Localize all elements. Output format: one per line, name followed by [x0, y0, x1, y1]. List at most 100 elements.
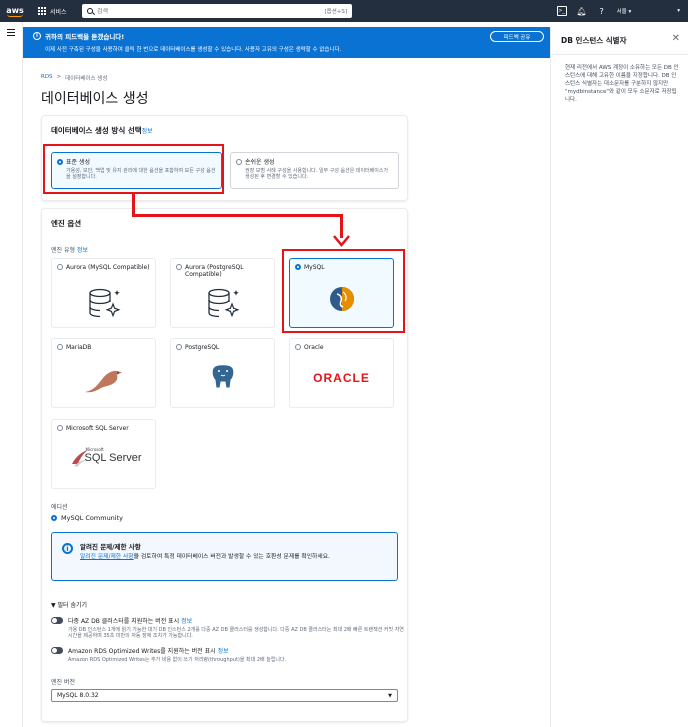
mariadb-seal-icon — [52, 365, 155, 395]
engine-card-oracle[interactable]: Oracle ORACLE — [289, 338, 394, 408]
bell-icon[interactable]: 🔔︎ — [577, 6, 587, 16]
creation-method-info-link[interactable]: 정보 — [142, 128, 153, 135]
services-label: 서비스 — [50, 8, 67, 16]
oracle-radio[interactable] — [295, 344, 301, 350]
optimized-writes-info-link[interactable]: 정보 — [218, 648, 229, 655]
aurora-db-icon — [52, 287, 155, 321]
easy-create-desc: 권장 모범 사례 구성을 사용합니다. 일부 구성 옵션은 데이터베이스가 생성… — [245, 168, 389, 180]
top-navigation: aws 서비스 [옵션+S] >_ 🔔︎ ? 서울 ▾ ▾ — [0, 0, 688, 22]
sqlserver-label: Microsoft SQL Server — [66, 425, 129, 432]
optimized-writes-filter-row: Amazon RDS Optimized Writes를 지원하는 버전 표시 … — [51, 646, 408, 663]
grid-icon — [38, 7, 46, 15]
banner-message: 이제 사전 구축된 구성을 사용하여 클릭 한 번으로 데이터베이스를 생성할 … — [45, 47, 342, 53]
search-shortcut: [옵션+S] — [324, 9, 347, 15]
side-rail-divider — [22, 22, 23, 727]
cloudshell-icon[interactable]: >_ — [556, 6, 567, 16]
services-button[interactable]: 서비스 — [38, 7, 67, 16]
banner-title: 귀하의 피드백을 듣겠습니다! — [45, 33, 125, 41]
breadcrumb-current: 데이터베이스 생성 — [65, 76, 108, 82]
engine-version-label: 엔진 버전 — [51, 679, 75, 686]
multi-az-info-link[interactable]: 정보 — [181, 618, 192, 625]
easy-create-title: 손쉬운 생성 — [245, 159, 275, 166]
postgresql-elephant-icon — [171, 361, 274, 391]
aws-smile-icon — [7, 14, 23, 17]
share-feedback-button[interactable]: 피드백 공유 — [490, 31, 544, 42]
help-close-icon[interactable]: ✕ — [672, 33, 680, 44]
engine-card-aurora-mysql[interactable]: Aurora (MySQL Compatible) — [51, 258, 156, 328]
notice-body: 알려진 문제/제한 사항을 검토하여 특정 데이터베이스 버전과 발생할 수 있… — [80, 553, 389, 561]
engine-type-info-link[interactable]: 정보 — [77, 247, 88, 254]
caret-down-icon: ▼ — [388, 692, 392, 699]
info-icon: i — [33, 32, 41, 40]
creation-method-heading: 데이터베이스 생성 방식 선택정보 — [51, 125, 153, 136]
breadcrumb-separator: > — [56, 74, 62, 80]
engine-options-heading: 엔진 옵션 — [51, 219, 82, 228]
aurora-postgresql-label: Aurora (PostgreSQL Compatible) — [185, 264, 244, 278]
engine-card-aurora-postgresql[interactable]: Aurora (PostgreSQL Compatible) — [170, 258, 275, 328]
aurora-mysql-radio[interactable] — [57, 264, 63, 270]
edition-option[interactable]: MySQL Community — [51, 514, 123, 522]
engine-card-sqlserver[interactable]: Microsoft SQL Server Microsoft SQL Serve… — [51, 419, 156, 489]
multi-az-toggle[interactable] — [51, 617, 63, 624]
nav-right: >_ 🔔︎ ? 서울 ▾ ▾ — [556, 0, 688, 22]
search-icon — [87, 8, 93, 14]
multi-az-filter-row: 다중 AZ DB 클러스터를 지원하는 버전 표시 정보 가용 DB 인스턴스 … — [51, 616, 408, 639]
oracle-logo: ORACLE — [290, 371, 393, 385]
known-issues-notice: i 알려진 문제/제한 사항 알려진 문제/제한 사항을 검토하여 특정 데이터… — [51, 532, 398, 581]
multi-az-toggle-title: 다중 AZ DB 클러스터를 지원하는 버전 표시 — [68, 618, 180, 625]
easy-create-radio[interactable] — [236, 158, 242, 165]
help-icon[interactable]: ? — [597, 6, 607, 16]
optimized-writes-toggle[interactable] — [51, 647, 63, 654]
search-input[interactable] — [97, 7, 325, 15]
postgresql-radio[interactable] — [176, 344, 182, 350]
engine-type-label: 엔진 유형 정보 — [51, 245, 88, 254]
annotation-arrow-vertical-1 — [132, 192, 135, 216]
help-divider — [551, 54, 688, 55]
hide-filters-toggle[interactable]: ▼ 필터 숨기기 — [51, 600, 87, 609]
engine-card-mariadb[interactable]: MariaDB — [51, 338, 156, 408]
account-menu[interactable]: ▾ — [677, 8, 680, 14]
annotation-arrow-horizontal — [132, 214, 342, 217]
easy-create-card[interactable]: 손쉬운 생성 권장 모범 사례 구성을 사용합니다. 일부 구성 옵션은 데이터… — [230, 152, 399, 189]
engine-type-text: 엔진 유형 — [51, 247, 75, 254]
edition-radio[interactable] — [51, 515, 57, 521]
notice-title: 알려진 문제/제한 사항 — [80, 543, 141, 551]
annotation-arrowhead-icon — [333, 235, 350, 247]
optimized-writes-toggle-desc: Amazon RDS Optimized Writes는 추가 비용 없이 쓰기… — [68, 657, 287, 663]
sqlserver-logo-text: SQL Server — [84, 452, 142, 464]
help-panel-body: 현재 리전에서 AWS 계정이 소유하는 모든 DB 인스턴스에 대해 고유한 … — [565, 65, 679, 103]
page-title: 데이터베이스 생성 — [41, 91, 149, 107]
highlight-standard-create — [43, 144, 224, 194]
multi-az-toggle-desc: 가용 DB 인스턴스 1개에 읽기 가능한 대기 DB 인스턴스 2개를 다중 … — [68, 627, 404, 639]
engine-version-select[interactable]: MySQL 8.0.32 ▼ — [51, 689, 398, 702]
mariadb-radio[interactable] — [57, 344, 63, 350]
breadcrumb-rds[interactable]: RDS — [41, 74, 53, 82]
mariadb-label: MariaDB — [66, 344, 92, 351]
edition-value: MySQL Community — [61, 514, 124, 522]
engine-card-postgresql[interactable]: PostgreSQL — [170, 338, 275, 408]
aurora-mysql-label: Aurora (MySQL Compatible) — [66, 264, 150, 271]
feedback-banner: i 귀하의 피드백을 듣겠습니다! 이제 사전 구축된 구성을 사용하여 클릭 … — [23, 27, 563, 58]
info-icon: i — [62, 543, 73, 554]
sqlserver-logo: Microsoft SQL Server — [52, 444, 155, 472]
search-box[interactable]: [옵션+S] — [82, 4, 352, 18]
region-selector[interactable]: 서울 ▾ — [617, 7, 632, 15]
aurora-db-icon — [171, 287, 274, 321]
edition-label: 에디션 — [51, 504, 68, 511]
engine-version-value: MySQL 8.0.32 — [57, 692, 99, 699]
breadcrumb: RDS > 데이터베이스 생성 — [41, 74, 107, 82]
help-panel-title: DB 인스턴스 식별자 — [561, 36, 627, 45]
aws-logo[interactable]: aws — [0, 0, 30, 22]
notice-body-text: 을 검토하여 특정 데이터베이스 버전과 발생할 수 있는 호환성 문제를 확인… — [133, 554, 330, 560]
oracle-logo-text: ORACLE — [313, 371, 370, 385]
aurora-postgresql-radio[interactable] — [176, 264, 182, 270]
help-panel: DB 인스턴스 식별자 ✕ 현재 리전에서 AWS 계정이 소유하는 모든 DB… — [550, 27, 688, 727]
oracle-label: Oracle — [304, 344, 324, 351]
menu-icon[interactable] — [7, 29, 15, 36]
highlight-mysql-card — [282, 249, 405, 333]
optimized-writes-toggle-title: Amazon RDS Optimized Writes를 지원하는 버전 표시 — [68, 648, 216, 655]
postgresql-label: PostgreSQL — [185, 344, 220, 351]
creation-method-title: 데이터베이스 생성 방식 선택 — [51, 126, 142, 135]
sqlserver-radio[interactable] — [57, 425, 63, 431]
notice-link[interactable]: 알려진 문제/제한 사항 — [80, 554, 134, 560]
